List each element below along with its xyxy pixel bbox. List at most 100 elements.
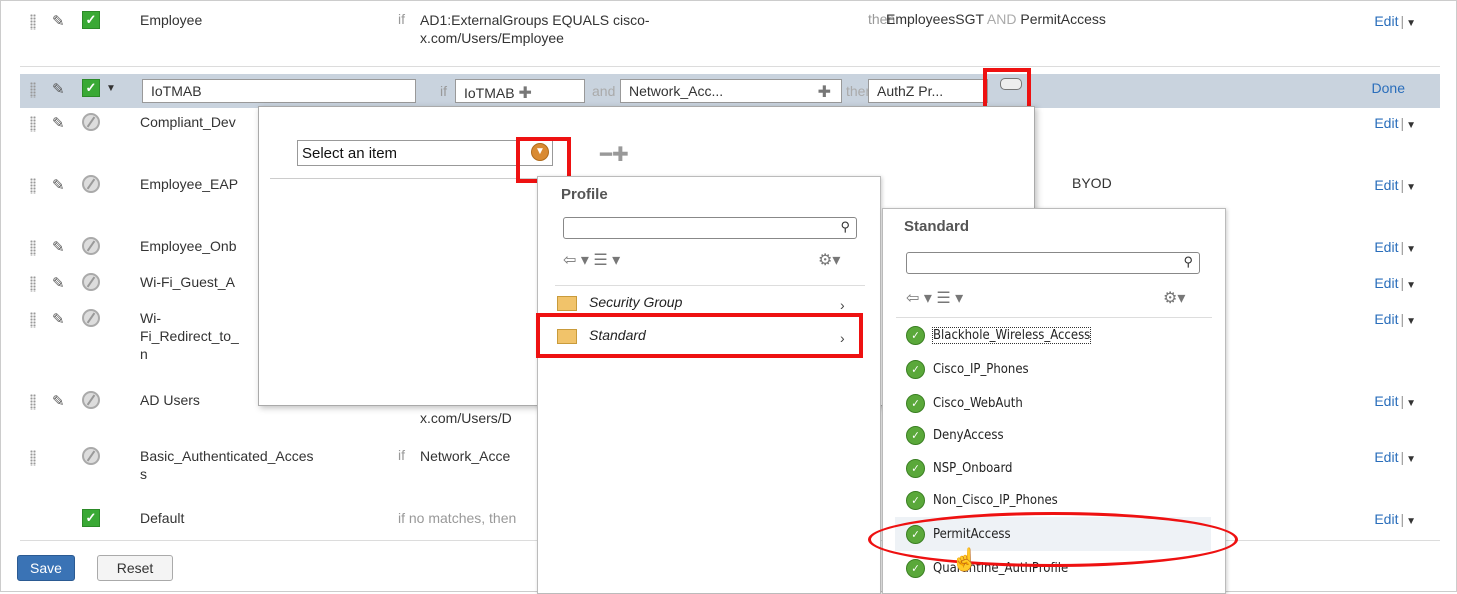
drag-handle-icon[interactable] [30, 312, 36, 328]
disabled-icon[interactable] [82, 273, 100, 291]
item-label: Cisco_WebAuth [933, 396, 1023, 411]
edit-label: Edit [1374, 511, 1399, 527]
enabled-check-icon[interactable]: ✓ [82, 11, 100, 29]
chevron-down-icon[interactable]: ▼ [1406, 120, 1416, 131]
item-label: NSP_Onboard [933, 461, 1013, 476]
disabled-icon[interactable] [82, 175, 100, 193]
pencil-icon[interactable]: ✎ [52, 310, 65, 328]
add-condition-icon[interactable]: ✚ [818, 82, 831, 102]
search-icon[interactable]: ⚲ [840, 219, 850, 235]
rule-row-editing: ✎ ✓ ▼ IoTMAB if IoTMAB ✚ and Network_Acc… [20, 74, 1440, 109]
add-condition-icon[interactable]: ✚ [518, 85, 531, 102]
drag-handle-icon[interactable] [30, 116, 36, 132]
edit-link[interactable]: Edit | ▼ [1374, 115, 1416, 131]
pencil-icon[interactable]: ✎ [52, 12, 65, 30]
save-button[interactable]: Save [17, 555, 75, 581]
edit-link[interactable]: Edit | ▼ [1374, 393, 1416, 409]
disabled-icon[interactable] [82, 113, 100, 131]
rule-name-input[interactable]: IoTMAB [142, 79, 416, 103]
pencil-icon[interactable]: ✎ [52, 80, 65, 98]
disabled-icon[interactable] [82, 391, 100, 409]
standard-item[interactable]: ✓ Blackhole_Wireless_Access [906, 326, 1092, 345]
standard-search-input[interactable]: ⚲ [906, 252, 1200, 274]
select-item-dropdown[interactable]: Select an item [297, 140, 553, 166]
chevron-down-icon[interactable]: ▼ [106, 83, 116, 94]
standard-item[interactable]: ✓ Cisco_WebAuth [906, 394, 1023, 413]
profile-panel-title: Profile [561, 186, 608, 203]
disabled-icon[interactable] [82, 237, 100, 255]
chevron-down-icon[interactable]: ▼ [1406, 18, 1416, 29]
drag-handle-icon[interactable] [30, 276, 36, 292]
edit-link[interactable]: Edit | ▼ [1374, 239, 1416, 255]
and-label: AND [986, 11, 1017, 27]
remove-add-icon[interactable]: ━✚ [600, 142, 629, 167]
back-list-toolbar[interactable]: ⇦ ▾ ☰ ▾ [563, 250, 620, 270]
drag-handle-icon[interactable] [30, 450, 36, 466]
rule-condition: AD1:ExternalGroups EQUALS cisco-x.com/Us… [420, 12, 650, 46]
standard-item[interactable]: ✓ Non_Cisco_IP_Phones [906, 491, 1058, 510]
and-label: and [592, 83, 616, 99]
profile-search-input[interactable]: ⚲ [563, 217, 857, 239]
edit-link[interactable]: Edit | ▼ [1374, 177, 1416, 193]
chevron-down-icon[interactable]: ▼ [1406, 316, 1416, 327]
chevron-down-icon[interactable]: ▼ [1406, 454, 1416, 465]
gear-icon[interactable]: ⚙▾ [1163, 288, 1185, 308]
result-a: EmployeesSGT [886, 11, 984, 27]
enabled-check-icon[interactable]: ✓ [82, 509, 100, 527]
disabled-icon[interactable] [82, 447, 100, 465]
item-label: Security Group [589, 294, 683, 310]
drag-handle-icon[interactable] [30, 240, 36, 256]
pencil-icon[interactable]: ✎ [52, 114, 65, 132]
standard-item[interactable]: ✓ NSP_Onboard [906, 459, 1012, 478]
edit-link[interactable]: Edit | ▼ [1374, 311, 1416, 327]
chevron-down-icon[interactable]: ▼ [1406, 244, 1416, 255]
chevron-down-icon[interactable]: ▼ [1406, 182, 1416, 193]
drag-handle-icon[interactable] [30, 394, 36, 410]
condition-2-text: Network_Acc... [629, 83, 724, 99]
drag-handle-icon[interactable] [30, 178, 36, 194]
rule-result: EmployeesSGT AND PermitAccess [886, 11, 1106, 27]
back-list-toolbar[interactable]: ⇦ ▾ ☰ ▾ [906, 288, 963, 308]
search-icon[interactable]: ⚲ [1183, 254, 1193, 270]
condition-1-text: IoTMAB [464, 85, 515, 101]
pencil-icon[interactable]: ✎ [52, 238, 65, 256]
result-b: PermitAccess [1020, 11, 1106, 27]
chevron-down-icon[interactable]: ▼ [1406, 280, 1416, 291]
result-input[interactable]: AuthZ Pr... [868, 79, 988, 103]
gear-icon[interactable]: ⚙▾ [818, 250, 840, 270]
edit-link[interactable]: Edit | ▼ [1374, 511, 1416, 527]
edit-label: Edit [1374, 275, 1399, 291]
folder-icon [557, 295, 577, 311]
item-label: Cisco_IP_Phones [933, 362, 1029, 377]
edit-link[interactable]: Edit | ▼ [1374, 449, 1416, 465]
authz-profile-icon: ✓ [906, 394, 925, 413]
rule-name: Employee [140, 12, 203, 28]
profile-item-security-group[interactable]: Security Group [557, 294, 682, 311]
rule-name: Default [140, 510, 185, 526]
condition-input-2[interactable]: Network_Acc... ✚ [620, 79, 842, 103]
condition-input-1[interactable]: IoTMAB ✚ [455, 79, 585, 103]
disabled-icon[interactable] [82, 309, 100, 327]
standard-item[interactable]: ✓ DenyAccess [906, 426, 1004, 445]
standard-panel-title: Standard [904, 218, 970, 235]
chevron-down-icon[interactable]: ▼ [1406, 516, 1416, 527]
enabled-check-icon[interactable]: ✓ [82, 79, 100, 97]
drag-handle-icon[interactable] [30, 82, 36, 98]
if-label: if [398, 447, 405, 463]
authz-profile-icon: ✓ [906, 426, 925, 445]
edit-link[interactable]: Edit | ▼ [1374, 13, 1416, 29]
pencil-icon[interactable]: ✎ [52, 274, 65, 292]
pencil-icon[interactable]: ✎ [52, 176, 65, 194]
divider [896, 317, 1212, 318]
drag-handle-icon[interactable] [30, 14, 36, 30]
edit-link[interactable]: Edit | ▼ [1374, 275, 1416, 291]
edit-label: Edit [1374, 239, 1399, 255]
edit-label: Edit [1374, 311, 1399, 327]
standard-item[interactable]: ✓ Cisco_IP_Phones [906, 360, 1029, 379]
if-label: if [398, 11, 405, 27]
chevron-down-icon[interactable]: ▼ [1406, 398, 1416, 409]
pencil-icon[interactable]: ✎ [52, 392, 65, 410]
chevron-right-icon[interactable]: › [840, 297, 845, 313]
done-link[interactable]: Done [1372, 80, 1405, 96]
reset-button[interactable]: Reset [97, 555, 173, 581]
